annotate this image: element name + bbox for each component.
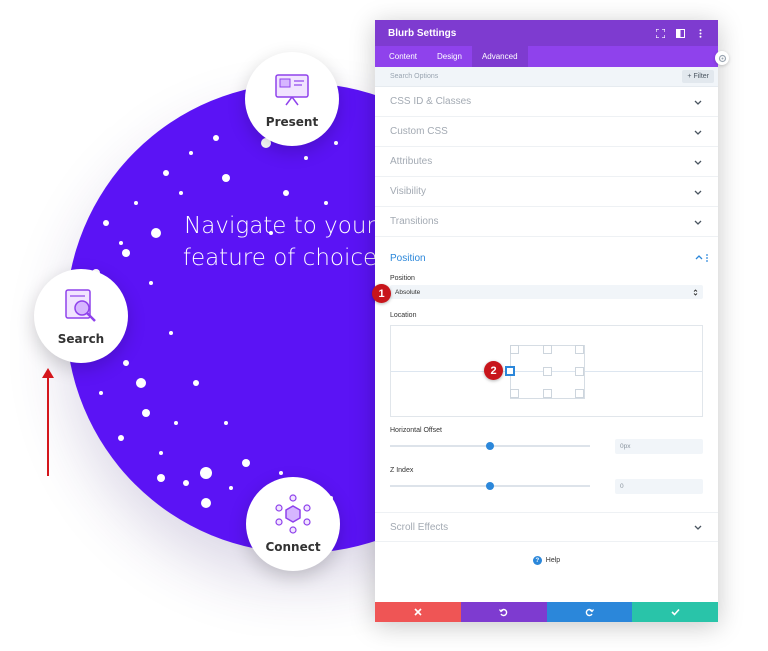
anchor-bottom-right[interactable] xyxy=(575,389,584,398)
location-picker xyxy=(390,325,703,417)
chevron-down-icon xyxy=(694,160,702,165)
connect-label: Connect xyxy=(265,540,321,554)
z-index-row: 0 xyxy=(375,478,718,494)
z-index-input[interactable]: 0 xyxy=(615,478,703,494)
cancel-button[interactable] xyxy=(375,602,461,622)
horizontal-offset-slider[interactable] xyxy=(390,442,590,450)
undo-button[interactable] xyxy=(460,602,547,622)
search-options-bar: Search Options + Filter xyxy=(375,67,718,87)
chevron-down-icon xyxy=(694,525,702,530)
select-arrows-icon xyxy=(693,288,698,296)
filter-button[interactable]: + Filter xyxy=(682,70,714,83)
section-position-header[interactable]: Position xyxy=(375,237,718,275)
split-view-icon[interactable] xyxy=(672,25,688,41)
more-options-icon[interactable] xyxy=(692,25,708,41)
help-link[interactable]: ? Help xyxy=(375,556,718,565)
present-bubble[interactable]: Present xyxy=(245,52,339,146)
search-bubble[interactable]: Search xyxy=(34,269,128,363)
panel-header: Blurb Settings xyxy=(375,20,718,46)
chevron-down-icon xyxy=(694,130,702,135)
anchor-center-right[interactable] xyxy=(575,367,584,376)
anchor-bottom-left[interactable] xyxy=(510,389,519,398)
annotation-badge-1: 1 xyxy=(372,284,391,303)
tab-advanced[interactable]: Advanced xyxy=(471,46,528,67)
help-icon: ? xyxy=(532,556,542,565)
section-title: Custom CSS xyxy=(390,126,448,137)
z-index-label: Z Index xyxy=(390,467,414,474)
section-attributes[interactable]: Attributes xyxy=(375,147,718,177)
network-icon xyxy=(275,494,311,534)
close-icon xyxy=(414,608,422,616)
horizontal-offset-label: Horizontal Offset xyxy=(390,427,443,434)
position-label: Position xyxy=(390,275,415,282)
position-section-title: Position xyxy=(390,252,426,264)
section-title: Visibility xyxy=(390,186,426,197)
chevron-up-icon xyxy=(695,255,703,260)
section-custom-css[interactable]: Custom CSS xyxy=(375,117,718,147)
z-index-slider[interactable] xyxy=(390,482,590,490)
tab-design[interactable]: Design xyxy=(427,46,472,67)
tab-content[interactable]: Content xyxy=(379,46,427,67)
chevron-down-icon xyxy=(694,220,702,225)
search-label: Search xyxy=(57,332,105,346)
fullscreen-icon[interactable] xyxy=(652,25,668,41)
redo-button[interactable] xyxy=(546,602,633,622)
section-title: Attributes xyxy=(390,156,433,167)
anchor-center-left-selected[interactable] xyxy=(505,366,515,376)
blurb-settings-panel: Blurb Settings Content Design Advanced S… xyxy=(375,20,718,622)
anchor-top-center[interactable] xyxy=(543,345,552,354)
panel-title: Blurb Settings xyxy=(388,27,457,39)
section-title: Scroll Effects xyxy=(390,521,449,533)
side-settings-icon[interactable] xyxy=(715,51,729,65)
z-index-field: Z Index 0 xyxy=(375,467,718,494)
position-select-value: Absolute xyxy=(395,288,421,296)
red-arrow-line xyxy=(47,376,49,476)
section-scroll-effects[interactable]: Scroll Effects xyxy=(375,512,718,542)
search-options-input[interactable]: Search Options xyxy=(390,73,682,80)
screenshot-stage: Navigate to your feature of choice Prese… xyxy=(0,0,768,651)
plus-icon: + xyxy=(687,73,692,80)
anchor-bottom-center[interactable] xyxy=(543,389,552,398)
section-title: Transitions xyxy=(390,216,439,227)
settings-tabs: Content Design Advanced xyxy=(375,46,718,67)
horizontal-offset-field: Horizontal Offset 0px xyxy=(375,427,718,454)
chevron-down-icon xyxy=(694,190,702,195)
anchor-center[interactable] xyxy=(543,367,552,376)
slider-knob[interactable] xyxy=(486,482,494,490)
present-label: Present xyxy=(265,115,319,129)
connect-bubble[interactable]: Connect xyxy=(246,477,340,571)
help-label: Help xyxy=(545,557,561,564)
undo-icon xyxy=(499,608,508,616)
position-select[interactable]: Absolute xyxy=(390,285,703,299)
section-visibility[interactable]: Visibility xyxy=(375,177,718,207)
filter-label: Filter xyxy=(693,73,709,80)
search-icon xyxy=(65,289,96,322)
horizontal-offset-row: 0px xyxy=(375,438,718,454)
redo-icon xyxy=(585,608,594,616)
section-menu-icon[interactable] xyxy=(704,253,710,263)
location-anchor-grid xyxy=(505,345,585,399)
location-label: Location xyxy=(390,312,417,319)
slider-knob[interactable] xyxy=(486,442,494,450)
anchor-top-right[interactable] xyxy=(575,345,584,354)
horizontal-offset-input[interactable]: 0px xyxy=(615,438,703,454)
section-transitions[interactable]: Transitions xyxy=(375,207,718,237)
section-title: CSS ID & Classes xyxy=(390,96,472,107)
panel-footer xyxy=(375,602,718,622)
annotation-badge-2: 2 xyxy=(484,361,503,380)
chevron-down-icon xyxy=(694,100,702,105)
checkmark-icon xyxy=(671,608,680,616)
save-button[interactable] xyxy=(632,602,718,622)
presentation-icon xyxy=(275,74,309,106)
anchor-top-left[interactable] xyxy=(510,345,519,354)
section-css-id-classes[interactable]: CSS ID & Classes xyxy=(375,87,718,117)
